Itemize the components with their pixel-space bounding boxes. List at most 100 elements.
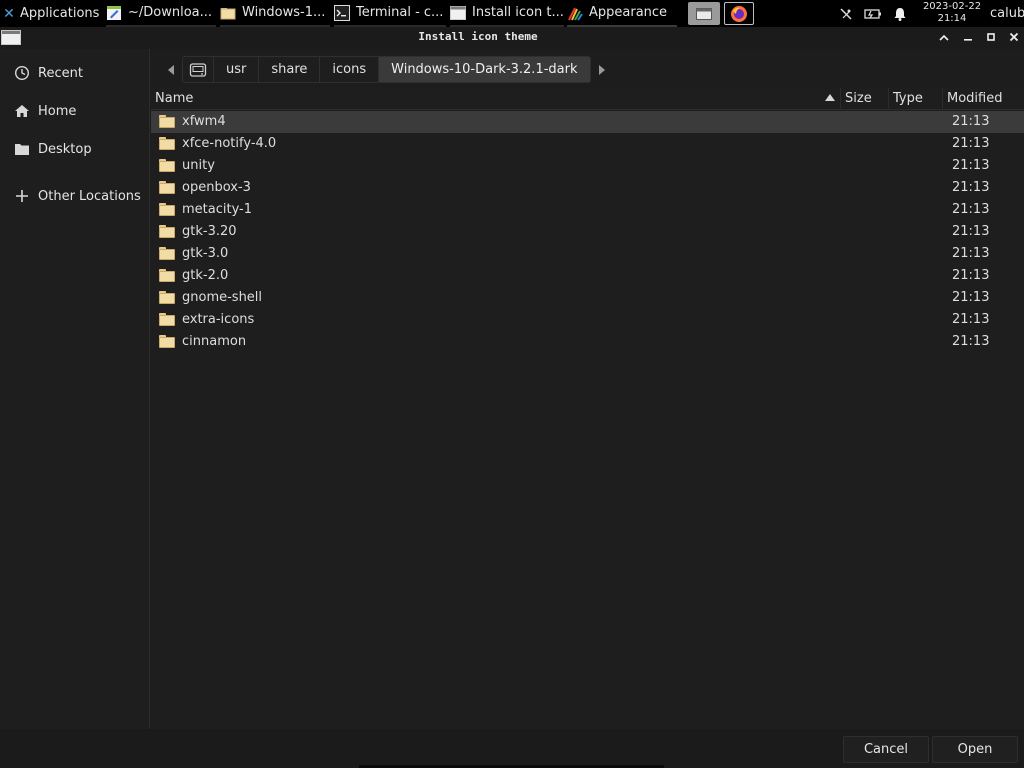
sidebar-item-label: Other Locations <box>38 188 141 204</box>
path-crumb-share[interactable]: share <box>259 56 321 83</box>
file-name: openbox-3 <box>182 180 251 195</box>
file-modified: 21:13 <box>952 334 990 349</box>
path-crumb-icons[interactable]: icons <box>320 56 380 83</box>
sidebar-separator <box>0 174 150 175</box>
open-button[interactable]: Open <box>932 736 1018 763</box>
chevron-left-icon <box>168 64 174 75</box>
clock-icon <box>14 65 30 81</box>
file-row[interactable]: metacity-1 21:13 <box>151 199 1024 221</box>
xfce-logo-icon: ✕ <box>3 5 15 22</box>
window-icon <box>450 5 466 20</box>
folder-icon <box>159 159 175 172</box>
taskbar-window-file-manager[interactable]: Windows-1... <box>220 0 330 27</box>
chevron-right-icon <box>598 64 605 75</box>
cancel-button[interactable]: Cancel <box>843 736 929 763</box>
taskbar-window-label: ~/Downloa... <box>128 5 213 20</box>
path-scroll-right-button[interactable] <box>591 56 613 83</box>
sidebar-item-label: Recent <box>38 65 83 81</box>
taskbar-window-install-icon-theme[interactable]: Install icon t... <box>450 0 564 27</box>
file-row[interactable]: extra-icons 21:13 <box>151 309 1024 331</box>
sidebar-item-other-locations[interactable]: Other Locations <box>0 181 150 211</box>
taskbar-window-appearance[interactable]: Appearance <box>567 0 677 27</box>
appearance-icon <box>568 7 583 21</box>
file-name: gtk-2.0 <box>182 268 229 283</box>
taskbar-window-label: Appearance <box>589 5 668 20</box>
chevron-up-icon <box>939 34 949 41</box>
folder-icon <box>159 335 175 348</box>
file-row[interactable]: openbox-3 21:13 <box>151 177 1024 199</box>
menu-handle-icon: ⋮ <box>101 6 102 21</box>
dialog-action-bar: Cancel Open <box>0 729 1024 768</box>
close-button[interactable] <box>1005 29 1023 47</box>
close-icon <box>1009 32 1019 42</box>
file-modified: 21:13 <box>952 268 990 283</box>
file-row[interactable]: gtk-2.0 21:13 <box>151 265 1024 287</box>
file-modified: 21:13 <box>952 114 990 129</box>
sidebar-item-label: Desktop <box>38 141 92 157</box>
column-header-modified[interactable]: Modified <box>943 88 1024 110</box>
dialog-title: Install icon theme <box>418 30 538 43</box>
path-crumb-usr[interactable]: usr <box>214 56 260 83</box>
user-menu[interactable]: calub <box>990 0 1024 27</box>
folder-icon <box>159 225 175 238</box>
clock[interactable]: 2023-02-22 21:14 <box>918 1 986 25</box>
maximize-button[interactable] <box>982 29 1000 47</box>
path-scroll-left-button[interactable] <box>160 56 182 83</box>
column-header-type[interactable]: Type <box>889 88 943 110</box>
home-icon <box>14 103 30 119</box>
folder-icon <box>159 247 175 260</box>
file-row[interactable]: gtk-3.0 21:13 <box>151 243 1024 265</box>
column-header-size[interactable]: Size <box>841 88 889 110</box>
taskbar-window-label: Terminal - c... <box>356 5 444 20</box>
file-row[interactable]: gtk-3.20 21:13 <box>151 221 1024 243</box>
notification-bell-icon[interactable] <box>892 6 908 22</box>
sidebar-item-recent[interactable]: Recent <box>0 58 150 88</box>
taskbar-window-terminal[interactable]: Terminal - c... <box>334 0 446 27</box>
applications-menu[interactable]: ✕ Applications ⋮ <box>2 0 102 27</box>
sort-ascending-icon <box>825 94 835 101</box>
column-header-name[interactable]: Name <box>151 88 841 110</box>
sidebar-item-desktop[interactable]: Desktop <box>0 134 150 164</box>
file-row[interactable]: xfce-notify-4.0 21:13 <box>151 133 1024 155</box>
firefox-launcher[interactable] <box>724 2 754 25</box>
file-row[interactable]: unity 21:13 <box>151 155 1024 177</box>
clock-date: 2023-02-22 <box>922 1 982 12</box>
file-modified: 21:13 <box>952 136 990 151</box>
shade-button[interactable] <box>935 29 953 47</box>
terminal-icon <box>334 4 350 21</box>
places-sidebar: Recent Home Desktop Other Locations <box>0 49 150 729</box>
file-modified: 21:13 <box>952 224 990 239</box>
file-row[interactable]: xfwm4 21:13 <box>151 111 1024 133</box>
system-tray <box>838 0 908 27</box>
folder-icon <box>159 291 175 304</box>
file-name: unity <box>182 158 215 173</box>
sidebar-item-label: Home <box>38 103 77 119</box>
list-header: Name Size Type Modified <box>151 88 1024 110</box>
dialog-titlebar[interactable]: Install icon theme <box>0 27 1024 49</box>
text-editor-icon <box>107 5 121 20</box>
sidebar-item-home[interactable]: Home <box>0 96 150 126</box>
path-crumb-root[interactable] <box>182 56 214 83</box>
folder-icon <box>159 313 175 326</box>
file-row[interactable]: gnome-shell 21:13 <box>151 287 1024 309</box>
desktop-window-icon <box>696 7 712 20</box>
file-modified: 21:13 <box>952 202 990 217</box>
taskbar-window-label: Install icon t... <box>472 5 564 20</box>
folder-icon <box>159 137 175 150</box>
taskbar: ✕ Applications ⋮ ~/Downloa... Windows-1.… <box>0 0 1024 27</box>
taskbar-window-label: Windows-1... <box>242 5 326 20</box>
taskbar-window-text-editor[interactable]: ~/Downloa... <box>106 0 216 27</box>
plus-icon <box>14 188 30 204</box>
folder-icon <box>159 203 175 216</box>
minimize-button[interactable] <box>959 29 977 47</box>
network-disconnected-icon[interactable] <box>838 6 854 22</box>
battery-icon[interactable] <box>864 6 882 22</box>
clock-time: 21:14 <box>937 13 967 24</box>
file-name: cinnamon <box>182 334 247 349</box>
path-crumb-current[interactable]: Windows-10-Dark-3.2.1-dark <box>379 56 591 83</box>
file-name: gtk-3.20 <box>182 224 237 239</box>
file-modified: 21:13 <box>952 290 990 305</box>
applications-label: Applications <box>20 6 100 21</box>
file-row[interactable]: cinnamon 21:13 <box>151 331 1024 353</box>
show-desktop-button[interactable] <box>688 2 720 25</box>
